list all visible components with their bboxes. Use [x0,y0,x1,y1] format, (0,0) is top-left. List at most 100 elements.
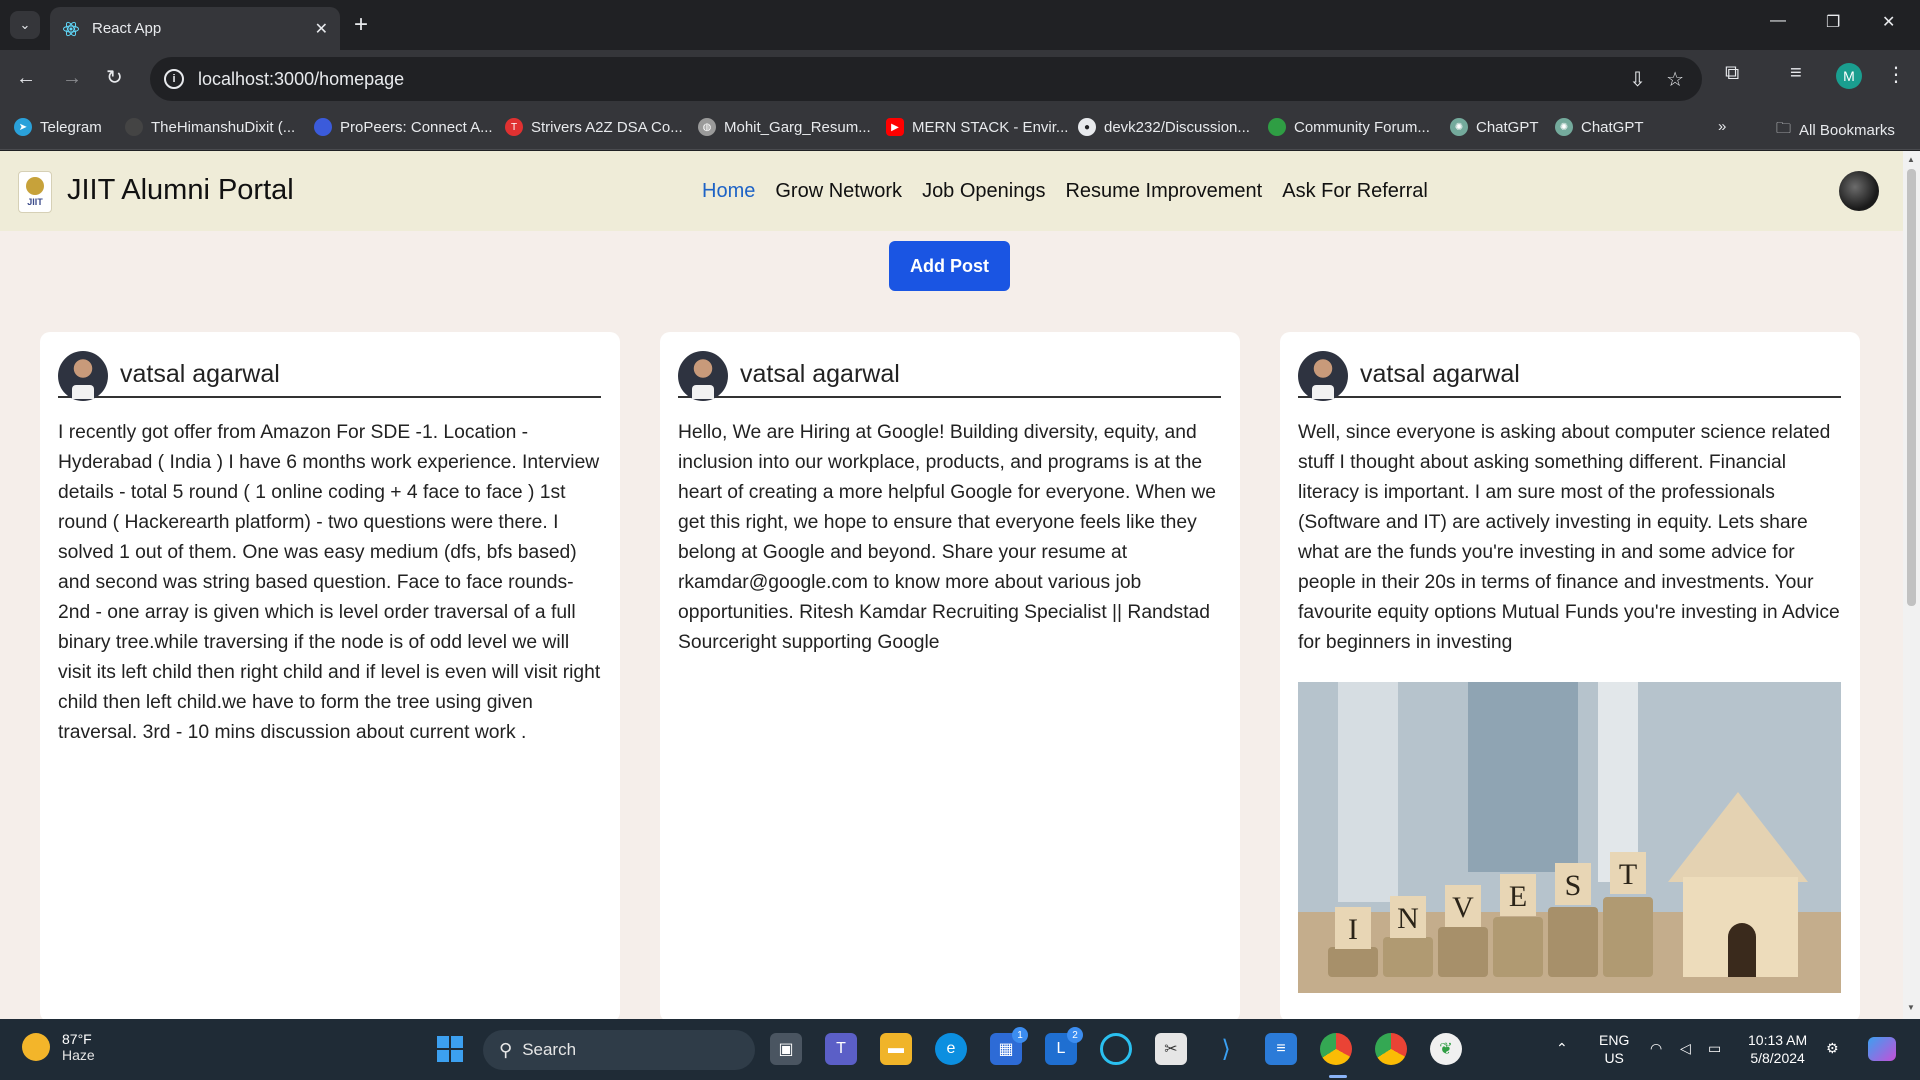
folder-icon: 🗀 [1776,120,1792,137]
github-icon [125,118,143,136]
taskbar-search[interactable]: ⚲ Search [483,1030,755,1070]
weather-condition: Haze [62,1047,95,1063]
language-code: ENG [1599,1032,1630,1048]
author-avatar[interactable] [678,351,728,401]
tab-search-button[interactable]: ⌄ [10,11,40,39]
close-window-button[interactable]: ✕ [1882,12,1895,32]
search-label: Search [522,1040,577,1059]
author-avatar[interactable] [58,351,108,401]
bookmark-star-icon[interactable]: ☆ [1666,67,1684,92]
chrome-profile-icon[interactable] [1375,1033,1407,1065]
cortana-icon[interactable] [1100,1033,1132,1065]
battery-icon[interactable]: ▭ [1708,1039,1721,1057]
ms-store-icon[interactable]: ▦ 1 [990,1027,1028,1065]
all-bookmarks[interactable]: 🗀 All Bookmarks [1776,118,1895,143]
volume-icon[interactable]: ◁ [1680,1039,1691,1057]
language-indicator[interactable]: ENG US [1599,1031,1629,1067]
l-app-icon[interactable]: L2 [1045,1027,1083,1065]
snipping-tool-icon[interactable]: ✂ [1155,1033,1187,1065]
scrollbar-thumb[interactable] [1907,169,1916,606]
menu-kebab-icon[interactable]: ⋮ [1886,62,1906,87]
author-name[interactable]: vatsal agarwal [1360,360,1520,389]
logo-text: JIIT [27,197,43,207]
chrome-icon[interactable] [1320,1033,1352,1065]
back-button[interactable]: ← [16,66,36,90]
author-name[interactable]: vatsal agarwal [740,360,900,389]
task-view-icon[interactable]: ▣ [770,1033,802,1065]
clock-date: 5/8/2024 [1750,1050,1805,1066]
address-bar[interactable]: i localhost:3000/homepage ⇩ ☆ [150,57,1702,101]
bookmark-resume[interactable]: ◍ Mohit_Garg_Resum... [698,118,871,136]
bookmark-label: Community Forum... [1294,118,1430,136]
post-image: I N V E S T [1298,682,1841,993]
more-bookmarks-chevron[interactable]: » [1718,118,1726,135]
bookmark-chatgpt-1[interactable]: ✺ ChatGPT [1450,118,1539,136]
block-letter: E [1509,880,1527,913]
bookmark-mern[interactable]: ▶ MERN STACK - Envir... [886,118,1068,136]
bookmark-devk232[interactable]: ● devk232/Discussion... [1078,118,1250,136]
page-scrollbar[interactable]: ▲ ▼ [1903,151,1920,1019]
extensions-icon[interactable]: ⧉ [1725,62,1739,85]
bookmark-propeers[interactable]: ProPeers: Connect A... [314,118,493,136]
brand-title[interactable]: JIIT Alumni Portal [67,174,294,207]
teams-icon[interactable]: T [825,1033,857,1065]
post-text: I recently got offer from Amazon For SDE… [58,422,601,743]
reload-button[interactable]: ↻ [106,66,123,90]
bookmark-label: Mohit_Garg_Resum... [724,118,871,136]
bookmark-label: ProPeers: Connect A... [340,118,493,136]
author-name[interactable]: vatsal agarwal [120,360,280,389]
edge-icon[interactable]: e [935,1033,967,1065]
notepad-icon[interactable]: ≡ [1265,1033,1297,1065]
close-tab-icon[interactable]: ✕ [315,19,328,39]
mongodb-compass-icon[interactable]: ❦ [1430,1033,1462,1065]
search-icon: ⚲ [499,1039,513,1060]
browser-tab-strip: ⌄ React App ✕ + — ❐ ✕ [0,0,1920,50]
vscode-icon[interactable]: ⟩ [1210,1033,1242,1065]
nav-grow-network[interactable]: Grow Network [775,180,902,203]
show-hidden-icons[interactable]: ⌃ [1556,1039,1568,1057]
bookmark-label: devk232/Discussion... [1104,118,1250,136]
minimize-button[interactable]: — [1770,12,1786,30]
profile-avatar[interactable]: M [1836,63,1862,89]
site-info-icon[interactable]: i [164,69,184,89]
browser-tab[interactable]: React App ✕ [50,7,340,50]
bookmark-chatgpt-2[interactable]: ✺ ChatGPT [1555,118,1644,136]
add-post-button[interactable]: Add Post [889,241,1010,291]
browser-toolbar: ← → ↻ i localhost:3000/homepage ⇩ ☆ ⧉ ≡ … [0,50,1920,108]
file-explorer-icon[interactable]: ▬ [880,1033,912,1065]
bookmark-himanshu[interactable]: TheHimanshuDixit (... [125,118,295,136]
restore-button[interactable]: ❐ [1826,12,1840,32]
clock[interactable]: 10:13 AM 5/8/2024 [1748,1031,1807,1067]
copilot-icon[interactable] [1868,1037,1896,1061]
tuf-icon: T [505,118,523,136]
bookmark-telegram[interactable]: ➤ Telegram [14,118,102,136]
jiit-logo[interactable]: JIIT [18,171,52,213]
post-text: Hello, We are Hiring at Google! Building… [678,422,1217,653]
new-tab-button[interactable]: + [354,11,368,39]
scroll-up-icon[interactable]: ▲ [1907,155,1915,164]
settings-gear-icon[interactable]: ⚙ [1826,1039,1839,1057]
block-letter: V [1452,891,1474,924]
nav-home[interactable]: Home [702,180,755,203]
windows-start-icon[interactable] [434,1033,466,1065]
nav-ask-for-referral[interactable]: Ask For Referral [1282,180,1428,203]
active-app-indicator [1329,1075,1347,1078]
user-avatar[interactable] [1839,171,1879,211]
post-text: Well, since everyone is asking about com… [1298,422,1840,653]
bookmark-community[interactable]: Community Forum... [1268,118,1430,136]
forward-button[interactable]: → [62,66,82,90]
media-controls-icon[interactable]: ≡ [1790,62,1802,85]
bookmark-strivers[interactable]: T Strivers A2Z DSA Co... [505,118,683,136]
url-text: localhost:3000/homepage [198,68,405,89]
propeers-icon [314,118,332,136]
wifi-icon[interactable]: ◠ [1650,1039,1662,1057]
author-avatar[interactable] [1298,351,1348,401]
nav-job-openings[interactable]: Job Openings [922,180,1045,203]
install-app-icon[interactable]: ⇩ [1629,67,1646,92]
chatgpt-icon: ✺ [1555,118,1573,136]
nav-resume-improvement[interactable]: Resume Improvement [1065,180,1262,203]
scroll-down-icon[interactable]: ▼ [1907,1003,1915,1012]
weather-widget[interactable]: 87°F Haze [22,1031,95,1063]
bookmark-label: TheHimanshuDixit (... [151,118,296,136]
l-app-badge: 2 [1067,1027,1083,1043]
